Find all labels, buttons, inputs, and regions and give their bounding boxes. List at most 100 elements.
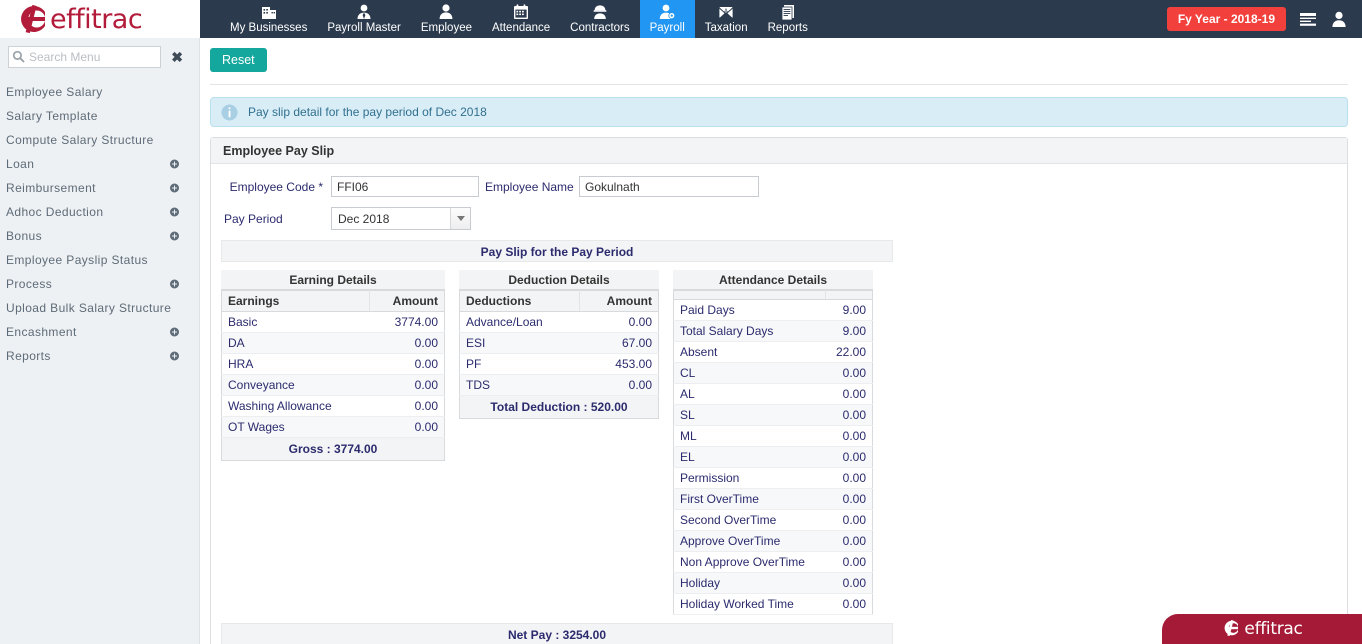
sidebar-item-loan[interactable]: Loan: [0, 152, 199, 176]
form-row-pay-period: Pay Period Dec 2018: [221, 207, 1337, 230]
effitrac-e-logo-icon: [1221, 619, 1240, 640]
panel-title: Employee Pay Slip: [211, 138, 1347, 164]
sidebar: ✖ Employee Salary Salary Template Comput…: [0, 38, 200, 644]
table-header-row: [674, 291, 873, 300]
table-row: CL0.00: [674, 363, 873, 384]
expand-plus-icon[interactable]: [170, 208, 179, 217]
employee-code-input[interactable]: [331, 176, 479, 197]
row-amount: 9.00: [825, 321, 872, 342]
sidebar-item-encashment[interactable]: Encashment: [0, 320, 199, 344]
expand-plus-icon[interactable]: [170, 232, 179, 241]
table-row: EL0.00: [674, 447, 873, 468]
sidebar-item-adhoc-deduction[interactable]: Adhoc Deduction: [0, 200, 199, 224]
sidebar-item-upload-bulk-salary-structure[interactable]: Upload Bulk Salary Structure: [0, 296, 199, 320]
deduction-details-table: Deduction Details Deductions Amount Adva…: [459, 270, 659, 419]
expand-plus-icon[interactable]: [170, 328, 179, 337]
row-label: SL: [674, 405, 826, 426]
sidebar-item-process[interactable]: Process: [0, 272, 199, 296]
action-toolbar: Reset: [210, 48, 1348, 85]
nav-label: My Businesses: [230, 21, 307, 35]
close-icon[interactable]: ✖: [171, 50, 183, 64]
app-root: effitrac My Businesses Payroll Master: [0, 0, 1362, 644]
row-amount: 0.00: [580, 312, 659, 333]
list-lines-icon[interactable]: [1298, 11, 1318, 27]
row-amount: 453.00: [580, 354, 659, 375]
brand-name: effitrac: [50, 4, 142, 35]
row-amount: 0.00: [825, 447, 872, 468]
sidebar-item-compute-salary-structure[interactable]: Compute Salary Structure: [0, 128, 199, 152]
sidebar-item-bonus[interactable]: Bonus: [0, 224, 199, 248]
table-header-row: Deductions Amount: [460, 291, 659, 312]
nav-item-my-businesses[interactable]: My Businesses: [220, 0, 317, 38]
row-amount: 0.00: [825, 531, 872, 552]
row-label: ML: [674, 426, 826, 447]
row-amount: 0.00: [825, 384, 872, 405]
search-input[interactable]: [8, 46, 161, 68]
row-amount: 0.00: [825, 468, 872, 489]
info-alert: Pay slip detail for the pay period of De…: [210, 97, 1348, 127]
expand-plus-icon[interactable]: [170, 352, 179, 361]
table-row: Holiday0.00: [674, 573, 873, 594]
sidebar-item-employee-salary[interactable]: Employee Salary: [0, 80, 199, 104]
row-amount: 22.00: [825, 342, 872, 363]
row-label: Absent: [674, 342, 826, 363]
row-amount: 0.00: [370, 375, 445, 396]
total-deduction: Total Deduction : 520.00: [460, 396, 659, 419]
table-row: Permission0.00: [674, 468, 873, 489]
nav-item-payroll[interactable]: Payroll: [640, 0, 695, 38]
nav-item-payroll-master[interactable]: Payroll Master: [317, 0, 411, 38]
sidebar-item-reimbursement[interactable]: Reimbursement: [0, 176, 199, 200]
nav-label: Reports: [768, 21, 808, 35]
payslip-period-title: Pay Slip for the Pay Period: [221, 240, 893, 262]
employee-name-input[interactable]: [579, 176, 759, 197]
top-navigation-bar: My Businesses Payroll Master Employee At…: [200, 0, 1362, 38]
expand-plus-icon[interactable]: [170, 280, 179, 289]
table-row: First OverTime0.00: [674, 489, 873, 510]
table-row: DA0.00: [222, 333, 445, 354]
nav-item-attendance[interactable]: Attendance: [482, 0, 560, 38]
employee-code-label: Employee Code *: [221, 180, 331, 194]
brand-logo-link[interactable]: effitrac: [0, 3, 142, 35]
col-attendance-label: [674, 291, 826, 300]
hardhat-user-icon: [591, 2, 609, 20]
row-amount: 9.00: [825, 300, 872, 321]
sidebar-item-label: Adhoc Deduction: [6, 205, 103, 219]
top-nav-items: My Businesses Payroll Master Employee At…: [200, 0, 818, 38]
table-row: Absent22.00: [674, 342, 873, 363]
user-tie-icon: [355, 2, 373, 20]
table-footer-row: Gross : 3774.00: [222, 438, 445, 461]
user-account-icon[interactable]: [1330, 10, 1348, 28]
attendance-details-table: Attendance Details Paid Days9.00 Total S…: [673, 270, 873, 615]
chevron-down-icon[interactable]: [450, 208, 470, 229]
expand-plus-icon[interactable]: [170, 184, 179, 193]
row-label: Total Salary Days: [674, 321, 826, 342]
reset-button[interactable]: Reset: [210, 48, 267, 72]
expand-plus-icon[interactable]: [170, 160, 179, 169]
row-label: Washing Allowance: [222, 396, 370, 417]
sidebar-item-employee-payslip-status[interactable]: Employee Payslip Status: [0, 248, 199, 272]
row-label: AL: [674, 384, 826, 405]
nav-label: Taxation: [705, 21, 748, 35]
row-label: First OverTime: [674, 489, 826, 510]
sidebar-item-reports[interactable]: Reports: [0, 344, 199, 368]
pay-period-select[interactable]: Dec 2018: [331, 207, 471, 230]
table-row: Washing Allowance0.00: [222, 396, 445, 417]
col-attendance-amount: [825, 291, 872, 300]
info-icon: [221, 104, 238, 121]
row-label: Advance/Loan: [460, 312, 580, 333]
table-row: HRA0.00: [222, 354, 445, 375]
col-deductions: Deductions: [460, 291, 580, 312]
row-amount: 0.00: [825, 510, 872, 531]
sidebar-item-salary-template[interactable]: Salary Template: [0, 104, 199, 128]
sidebar-item-label: Encashment: [6, 325, 77, 339]
nav-item-contractors[interactable]: Contractors: [560, 0, 639, 38]
nav-item-taxation[interactable]: A Taxation: [695, 0, 758, 38]
nav-item-employee[interactable]: Employee: [411, 0, 482, 38]
fiscal-year-badge[interactable]: Fy Year - 2018-19: [1167, 7, 1286, 31]
nav-item-reports[interactable]: Reports: [758, 0, 818, 38]
table-row: AL0.00: [674, 384, 873, 405]
earning-details-table: Earning Details Earnings Amount Basic377…: [221, 270, 445, 461]
sidebar-search-row: ✖: [0, 38, 199, 74]
row-label: Non Approve OverTime: [674, 552, 826, 573]
pay-period-value: Dec 2018: [332, 208, 450, 229]
